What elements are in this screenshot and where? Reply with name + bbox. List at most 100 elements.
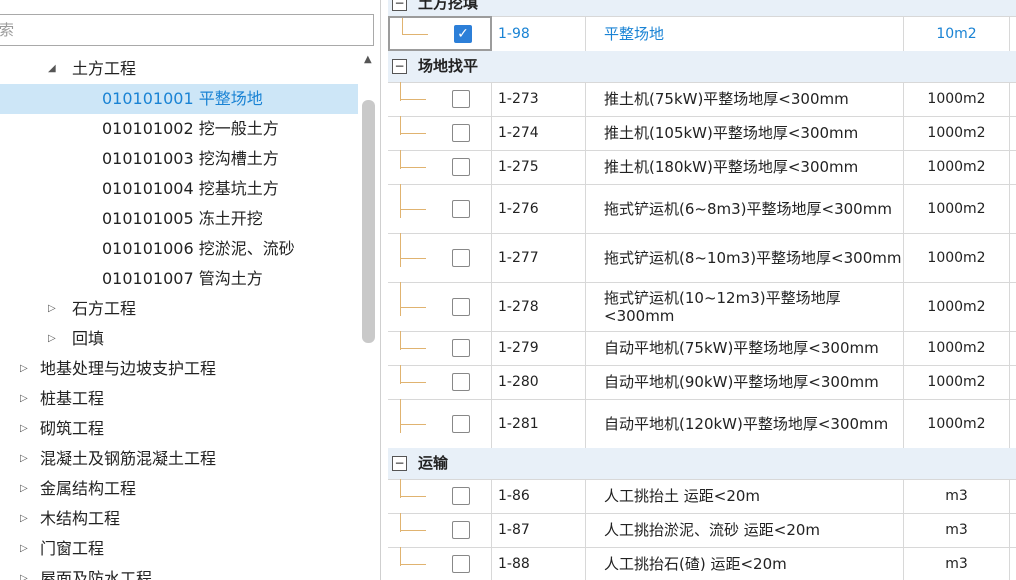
collapse-box-icon[interactable]: − bbox=[392, 59, 407, 74]
expand-arrow-icon[interactable]: ▷ bbox=[20, 414, 28, 444]
expand-arrow-icon[interactable]: ▷ bbox=[20, 534, 28, 564]
table-row[interactable]: 1-88 人工挑抬石(碴) 运距<20m m3 bbox=[388, 547, 1016, 580]
tree-node[interactable]: 010101005 冻土开挖 bbox=[0, 204, 358, 234]
table-row[interactable]: 1-86 人工挑抬土 运距<20m m3 bbox=[388, 479, 1016, 514]
table-row[interactable]: 1-274 推土机(105kW)平整场地厚<300mm 1000m2 bbox=[388, 116, 1016, 151]
collapse-box-icon[interactable]: − bbox=[392, 0, 407, 11]
quota-unit-cell[interactable]: m3 bbox=[904, 479, 1010, 513]
row-checkbox[interactable] bbox=[452, 158, 470, 176]
tree-node[interactable]: ▷ 混凝土及钢筋混凝土工程 bbox=[0, 444, 358, 474]
table-row[interactable]: 1-275 推土机(180kW)平整场地厚<300mm 1000m2 bbox=[388, 150, 1016, 185]
quota-unit-cell[interactable]: 1000m2 bbox=[904, 365, 1010, 399]
quota-name-cell[interactable]: 人工挑抬石(碴) 运距<20m bbox=[598, 547, 904, 580]
table-row[interactable]: 1-276 拖式铲运机(6~8m3)平整场地厚<300mm 1000m2 bbox=[388, 184, 1016, 234]
quota-code-cell[interactable]: 1-274 bbox=[492, 116, 586, 150]
select-cell[interactable] bbox=[388, 233, 492, 282]
quota-code-cell[interactable]: 1-275 bbox=[492, 150, 586, 184]
quota-name-cell[interactable]: 自动平地机(120kW)平整场地厚<300mm bbox=[598, 399, 904, 448]
scroll-up-arrow-icon[interactable]: ▲ bbox=[364, 54, 372, 65]
select-cell[interactable]: ✓ bbox=[388, 16, 492, 51]
quota-unit-cell[interactable]: 1000m2 bbox=[904, 233, 1010, 282]
quota-code-cell[interactable]: 1-98 bbox=[492, 16, 586, 51]
row-checkbox[interactable] bbox=[452, 373, 470, 391]
quota-unit-cell[interactable]: 1000m2 bbox=[904, 82, 1010, 116]
tree-node[interactable]: 010101004 挖基坑土方 bbox=[0, 174, 358, 204]
group-header[interactable]: − 场地找平 bbox=[388, 51, 1016, 83]
quota-name-cell[interactable]: 拖式铲运机(8~10m3)平整场地厚<300mm bbox=[598, 233, 904, 282]
expand-arrow-icon[interactable]: ▷ bbox=[20, 444, 28, 474]
row-checkbox[interactable] bbox=[452, 199, 470, 218]
expand-arrow-icon[interactable]: ▷ bbox=[20, 354, 28, 384]
tree-node[interactable]: ▷ 屋面及防水工程 bbox=[0, 564, 358, 580]
select-cell[interactable] bbox=[388, 116, 492, 150]
select-cell[interactable] bbox=[388, 547, 492, 580]
quota-code-cell[interactable]: 1-278 bbox=[492, 282, 586, 331]
tree-node[interactable]: ▷ 木结构工程 bbox=[0, 504, 358, 534]
quota-unit-cell[interactable]: 1000m2 bbox=[904, 282, 1010, 331]
row-checkbox[interactable] bbox=[452, 487, 470, 505]
quota-unit-cell[interactable]: 1000m2 bbox=[904, 331, 1010, 365]
select-cell[interactable] bbox=[388, 479, 492, 513]
select-cell[interactable] bbox=[388, 399, 492, 448]
quota-code-cell[interactable]: 1-87 bbox=[492, 513, 586, 547]
quota-unit-cell[interactable]: 1000m2 bbox=[904, 399, 1010, 448]
quota-code-cell[interactable]: 1-280 bbox=[492, 365, 586, 399]
select-cell[interactable] bbox=[388, 365, 492, 399]
expand-arrow-icon[interactable]: ▷ bbox=[48, 294, 56, 324]
row-checkbox[interactable]: ✓ bbox=[454, 24, 472, 43]
quota-unit-cell[interactable]: 1000m2 bbox=[904, 150, 1010, 184]
row-checkbox[interactable] bbox=[452, 521, 470, 539]
select-cell[interactable] bbox=[388, 331, 492, 365]
expand-arrow-icon[interactable]: ▷ bbox=[20, 474, 28, 504]
expand-arrow-icon[interactable]: ▷ bbox=[48, 324, 56, 354]
quota-unit-cell[interactable]: m3 bbox=[904, 513, 1010, 547]
quota-unit-cell[interactable]: 1000m2 bbox=[904, 184, 1010, 233]
tree-scrollbar[interactable]: ▲ bbox=[360, 54, 378, 580]
quota-code-cell[interactable]: 1-88 bbox=[492, 547, 586, 580]
select-cell[interactable] bbox=[388, 184, 492, 233]
scrollbar-thumb[interactable] bbox=[362, 100, 375, 343]
select-cell[interactable] bbox=[388, 513, 492, 547]
select-cell[interactable] bbox=[388, 150, 492, 184]
quota-name-cell[interactable]: 自动平地机(90kW)平整场地厚<300mm bbox=[598, 365, 904, 399]
tree-node[interactable]: 010101006 挖淤泥、流砂 bbox=[0, 234, 358, 264]
quota-code-cell[interactable]: 1-273 bbox=[492, 82, 586, 116]
row-checkbox[interactable] bbox=[452, 414, 470, 433]
expand-arrow-icon[interactable]: ▷ bbox=[20, 384, 28, 414]
quota-name-cell[interactable]: 拖式铲运机(10~12m3)平整场地厚<300mm bbox=[598, 282, 904, 331]
row-checkbox[interactable] bbox=[452, 248, 470, 267]
tree-node[interactable]: ▷ 桩基工程 bbox=[0, 384, 358, 414]
group-header[interactable]: − 土方挖填 bbox=[388, 0, 1016, 17]
row-checkbox[interactable] bbox=[452, 90, 470, 108]
quota-name-cell[interactable]: 平整场地 bbox=[598, 16, 904, 51]
quota-code-cell[interactable]: 1-277 bbox=[492, 233, 586, 282]
select-cell[interactable] bbox=[388, 282, 492, 331]
tree-node[interactable]: 010101001 平整场地 bbox=[0, 84, 358, 114]
tree-node[interactable]: ▷ 金属结构工程 bbox=[0, 474, 358, 504]
tree-node[interactable]: 010101003 挖沟槽土方 bbox=[0, 144, 358, 174]
tree-node[interactable]: 010101002 挖一般土方 bbox=[0, 114, 358, 144]
expand-arrow-icon[interactable]: ▷ bbox=[20, 564, 28, 580]
quota-name-cell[interactable]: 自动平地机(75kW)平整场地厚<300mm bbox=[598, 331, 904, 365]
tree-node[interactable]: ◢ 土方工程 bbox=[0, 54, 358, 84]
table-row[interactable]: 1-273 推土机(75kW)平整场地厚<300mm 1000m2 bbox=[388, 82, 1016, 117]
table-row[interactable]: 1-87 人工挑抬淤泥、流砂 运距<20m m3 bbox=[388, 513, 1016, 548]
collapse-box-icon[interactable]: − bbox=[392, 456, 407, 471]
quota-code-cell[interactable]: 1-279 bbox=[492, 331, 586, 365]
table-row[interactable]: 1-279 自动平地机(75kW)平整场地厚<300mm 1000m2 bbox=[388, 331, 1016, 366]
tree-node[interactable]: ▷ 回填 bbox=[0, 324, 358, 354]
table-row[interactable]: 1-281 自动平地机(120kW)平整场地厚<300mm 1000m2 bbox=[388, 399, 1016, 449]
tree-node[interactable]: ▷ 砌筑工程 bbox=[0, 414, 358, 444]
quota-code-cell[interactable]: 1-281 bbox=[492, 399, 586, 448]
quota-code-cell[interactable]: 1-86 bbox=[492, 479, 586, 513]
row-checkbox[interactable] bbox=[452, 124, 470, 142]
tree-node[interactable]: 010101007 管沟土方 bbox=[0, 264, 358, 294]
search-input[interactable]: 索 bbox=[0, 14, 374, 46]
table-row[interactable]: ✓ 1-98 平整场地 10m2 bbox=[388, 16, 1016, 52]
quota-code-cell[interactable]: 1-276 bbox=[492, 184, 586, 233]
quota-unit-cell[interactable]: 1000m2 bbox=[904, 116, 1010, 150]
quota-name-cell[interactable]: 人工挑抬淤泥、流砂 运距<20m bbox=[598, 513, 904, 547]
expand-arrow-icon[interactable]: ▷ bbox=[20, 504, 28, 534]
table-row[interactable]: 1-280 自动平地机(90kW)平整场地厚<300mm 1000m2 bbox=[388, 365, 1016, 400]
collapse-arrow-icon[interactable]: ◢ bbox=[48, 54, 56, 84]
